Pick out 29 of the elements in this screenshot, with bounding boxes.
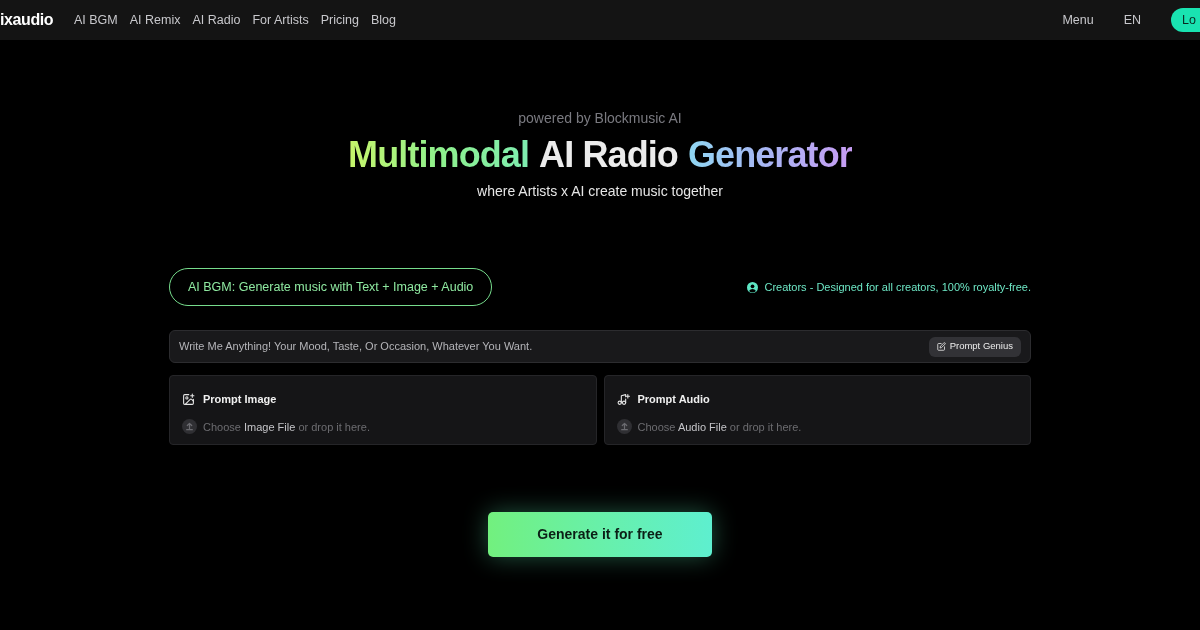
upload-hint: Choose Audio File or drop it here.	[637, 419, 802, 435]
generate-button[interactable]: Generate it for free	[488, 512, 712, 557]
nav-link[interactable]: Blog	[370, 10, 396, 30]
upload-title: Prompt Audio	[637, 392, 710, 407]
upload-title: Prompt Image	[203, 392, 277, 407]
edit-square-icon	[936, 342, 946, 351]
hero-title: Multimodal AI Radio Generator	[348, 135, 852, 175]
upload-card[interactable]: Prompt Image Choose Image File or drop it here.	[169, 375, 597, 445]
user-circle-icon	[747, 281, 759, 293]
nav-link[interactable]: AI BGM	[74, 10, 118, 30]
upload-icon	[182, 419, 197, 435]
upload-card[interactable]: Prompt Audio Choose Audio File or drop it here.	[603, 375, 1031, 445]
nav-link[interactable]: AI Radio	[192, 10, 241, 30]
nav-link[interactable]: Menu	[1062, 10, 1094, 30]
tagline-text: Creators - Designed for all creators, 100% royalty-free.	[764, 279, 1031, 295]
hero-subtitle: where Artists x AI create music together	[477, 182, 723, 200]
logo[interactable]: ixaudio	[0, 8, 60, 32]
nav-link[interactable]: For Artists	[252, 10, 309, 30]
prompt-genius-button[interactable]: Prompt Genius	[928, 336, 1021, 357]
prompt-field[interactable]: Write Me Anything! Your Mood, Taste, Or Occasion, Whatever You Want. Prompt Genius	[169, 330, 1031, 363]
upload-hint: Choose Image File or drop it here.	[203, 419, 370, 435]
login-button[interactable]: Lo	[1171, 8, 1200, 32]
powered-by-text: powered by Blockmusic AI	[518, 109, 682, 127]
music-note-icon	[616, 392, 630, 406]
nav-link[interactable]: Pricing	[320, 10, 359, 30]
image-plus-icon	[182, 392, 195, 406]
nav-link[interactable]: EN	[1123, 10, 1142, 30]
upload-icon	[616, 419, 632, 435]
nav-link[interactable]: AI Remix	[129, 10, 181, 30]
